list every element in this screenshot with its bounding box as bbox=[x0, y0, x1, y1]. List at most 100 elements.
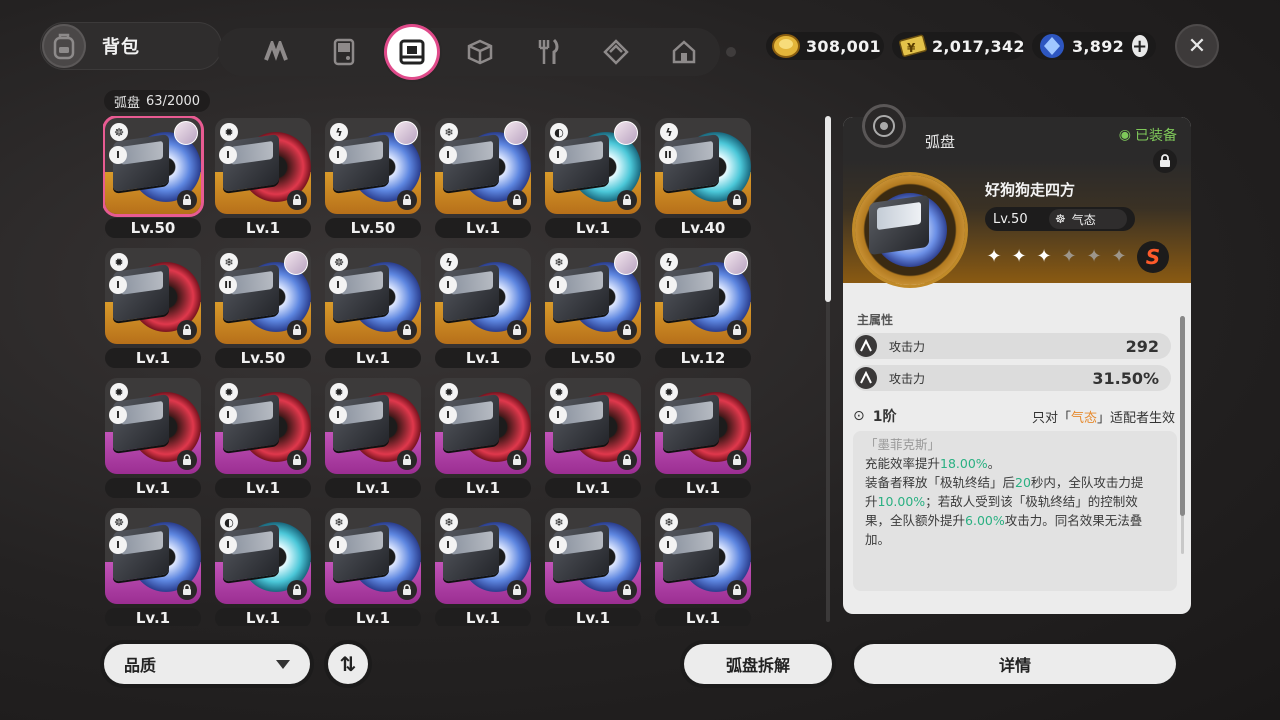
lock-toggle[interactable] bbox=[1153, 149, 1177, 173]
lock-icon bbox=[617, 190, 637, 210]
disc-level: Lv.50 bbox=[215, 348, 311, 368]
sort-dropdown[interactable]: 品质 bbox=[100, 640, 314, 688]
dismantle-button[interactable]: 弧盘拆解 bbox=[680, 640, 836, 688]
disc-card[interactable]: ❄ I bbox=[655, 508, 751, 604]
attribute-icon: ☸ bbox=[110, 123, 128, 141]
disc-card[interactable]: ☸ I bbox=[105, 118, 201, 214]
tab-disc[interactable] bbox=[378, 27, 446, 77]
tab-drive[interactable] bbox=[242, 28, 310, 76]
lock-icon bbox=[617, 450, 637, 470]
disc-card[interactable]: ϟI bbox=[655, 248, 751, 344]
rank-badge: I bbox=[109, 276, 127, 294]
disc-level: Lv.50 bbox=[545, 348, 641, 368]
lock-icon bbox=[727, 580, 747, 600]
lock-icon bbox=[507, 450, 527, 470]
lock-icon bbox=[287, 580, 307, 600]
currency-gold: 308,001 bbox=[766, 32, 884, 60]
close-icon: ✕ bbox=[1187, 33, 1207, 59]
disc-level: Lv.1 bbox=[215, 478, 311, 498]
tab-home[interactable] bbox=[650, 28, 718, 76]
attribute-icon: ❄ bbox=[550, 513, 568, 531]
lock-icon bbox=[617, 320, 637, 340]
disc-card[interactable]: ◐ I bbox=[215, 508, 311, 604]
disc-card[interactable]: ❄ I bbox=[545, 508, 641, 604]
disc-card[interactable]: ✹ I bbox=[105, 378, 201, 474]
disc-card[interactable]: ❄ I bbox=[435, 118, 531, 214]
attribute-icon: ✹ bbox=[220, 123, 238, 141]
inventory-grid[interactable]: ☸ I Lv.50 ✹ I Lv.1 ϟ I Lv.50 ❄ I Lv.1 ◐ I Lv.1 ϟ II Lv.40… bbox=[103, 116, 759, 626]
item-name: 好狗狗走四方 bbox=[985, 181, 1076, 199]
attribute-icon: ✹ bbox=[440, 383, 458, 401]
disc-level: Lv.1 bbox=[435, 478, 531, 498]
currency-ticket: ¥ 2,017,342 bbox=[892, 32, 1024, 60]
lock-icon bbox=[177, 450, 197, 470]
rank-badge: I bbox=[549, 146, 567, 164]
equipped-agent-avatar bbox=[504, 121, 528, 145]
detail-scroll-thumb[interactable] bbox=[1180, 316, 1185, 516]
attribute-icon: ϟ bbox=[330, 123, 348, 141]
add-currency-button[interactable]: + bbox=[1132, 35, 1148, 57]
rank-badge: I bbox=[219, 146, 237, 164]
lock-icon bbox=[617, 580, 637, 600]
sort-order-button[interactable]: ⇅ bbox=[324, 640, 372, 688]
tab-material[interactable] bbox=[582, 28, 650, 76]
svg-text:¥: ¥ bbox=[907, 41, 916, 55]
disc-level: Lv.1 bbox=[545, 608, 641, 626]
disc-card[interactable]: ❄ I bbox=[435, 508, 531, 604]
attribute-icon: ❄ bbox=[440, 513, 458, 531]
chevron-down-icon bbox=[276, 659, 290, 669]
effect-description: 「墨菲克斯」 充能效率提升18.00%。 装备者释放「极轨终结」后20秒内，全队… bbox=[853, 431, 1177, 591]
disc-card[interactable]: ❄ II bbox=[215, 248, 311, 344]
lock-icon bbox=[727, 320, 747, 340]
details-button[interactable]: 详情 bbox=[850, 640, 1180, 688]
disc-level: Lv.50 bbox=[105, 218, 201, 238]
disc-card[interactable]: ✹ I bbox=[545, 378, 641, 474]
disc-card[interactable]: ϟ II bbox=[655, 118, 751, 214]
equipped-dot-icon: ◉ bbox=[1118, 127, 1131, 143]
rank-badge: II bbox=[659, 146, 677, 164]
attribute-icon: ✹ bbox=[330, 383, 348, 401]
rank-badge: I bbox=[329, 406, 347, 424]
equipped-agent-avatar bbox=[284, 251, 308, 275]
disc-card[interactable]: ❄ I bbox=[325, 508, 421, 604]
disc-level: Lv.1 bbox=[105, 348, 201, 368]
disc-card[interactable]: ϟI bbox=[325, 118, 421, 214]
attribute-icon: ϟ bbox=[660, 123, 678, 141]
disc-card[interactable]: ✹ I bbox=[325, 378, 421, 474]
tab-box[interactable] bbox=[446, 28, 514, 76]
disc-card[interactable]: ✹ I bbox=[655, 378, 751, 474]
rank-badge: I bbox=[329, 276, 347, 294]
fork-knife-icon bbox=[533, 37, 563, 67]
disc-level: Lv.1 bbox=[435, 348, 531, 368]
page-title: 背包 bbox=[102, 37, 140, 58]
disc-level: Lv.1 bbox=[325, 478, 421, 498]
disc-card[interactable]: ϟI bbox=[435, 248, 531, 344]
tab-gameboy[interactable] bbox=[310, 28, 378, 76]
effect-line: 充能效率提升18.00%。 bbox=[865, 456, 1001, 471]
disc-card[interactable]: ☸ I bbox=[105, 508, 201, 604]
disc-card[interactable]: ❄ I bbox=[545, 248, 641, 344]
star-icon: ✦ bbox=[1036, 245, 1052, 267]
disc-card[interactable]: ◐ I bbox=[545, 118, 641, 214]
disc-card[interactable]: ✹ I bbox=[435, 378, 531, 474]
tab-food[interactable] bbox=[514, 28, 582, 76]
stat-name: 攻击力 bbox=[889, 339, 926, 354]
disc-level: Lv.12 bbox=[655, 348, 751, 368]
disc-card[interactable]: ✹ I bbox=[105, 248, 201, 344]
close-button[interactable]: ✕ bbox=[1175, 24, 1219, 68]
grade-label: S bbox=[1145, 245, 1161, 269]
lock-icon bbox=[507, 580, 527, 600]
gold-value: 308,001 bbox=[806, 36, 881, 56]
disc-level: Lv.1 bbox=[105, 608, 201, 626]
effect-condition: 只对「气态」适配者生效 bbox=[1032, 407, 1175, 426]
disc-card[interactable]: ✹ I bbox=[215, 118, 311, 214]
rank-badge: I bbox=[439, 276, 457, 294]
disc-card[interactable]: ☸ I bbox=[325, 248, 421, 344]
disc-card[interactable]: ✹ I bbox=[215, 378, 311, 474]
inventory-category-label: 弧盘 bbox=[114, 95, 141, 111]
currency-polychrome: 3,892 + bbox=[1032, 32, 1156, 60]
rank-badge: I bbox=[659, 406, 677, 424]
backpack-title: 背包 bbox=[40, 22, 222, 70]
disc-level: Lv.1 bbox=[325, 348, 421, 368]
grid-scroll-thumb[interactable] bbox=[825, 116, 831, 302]
